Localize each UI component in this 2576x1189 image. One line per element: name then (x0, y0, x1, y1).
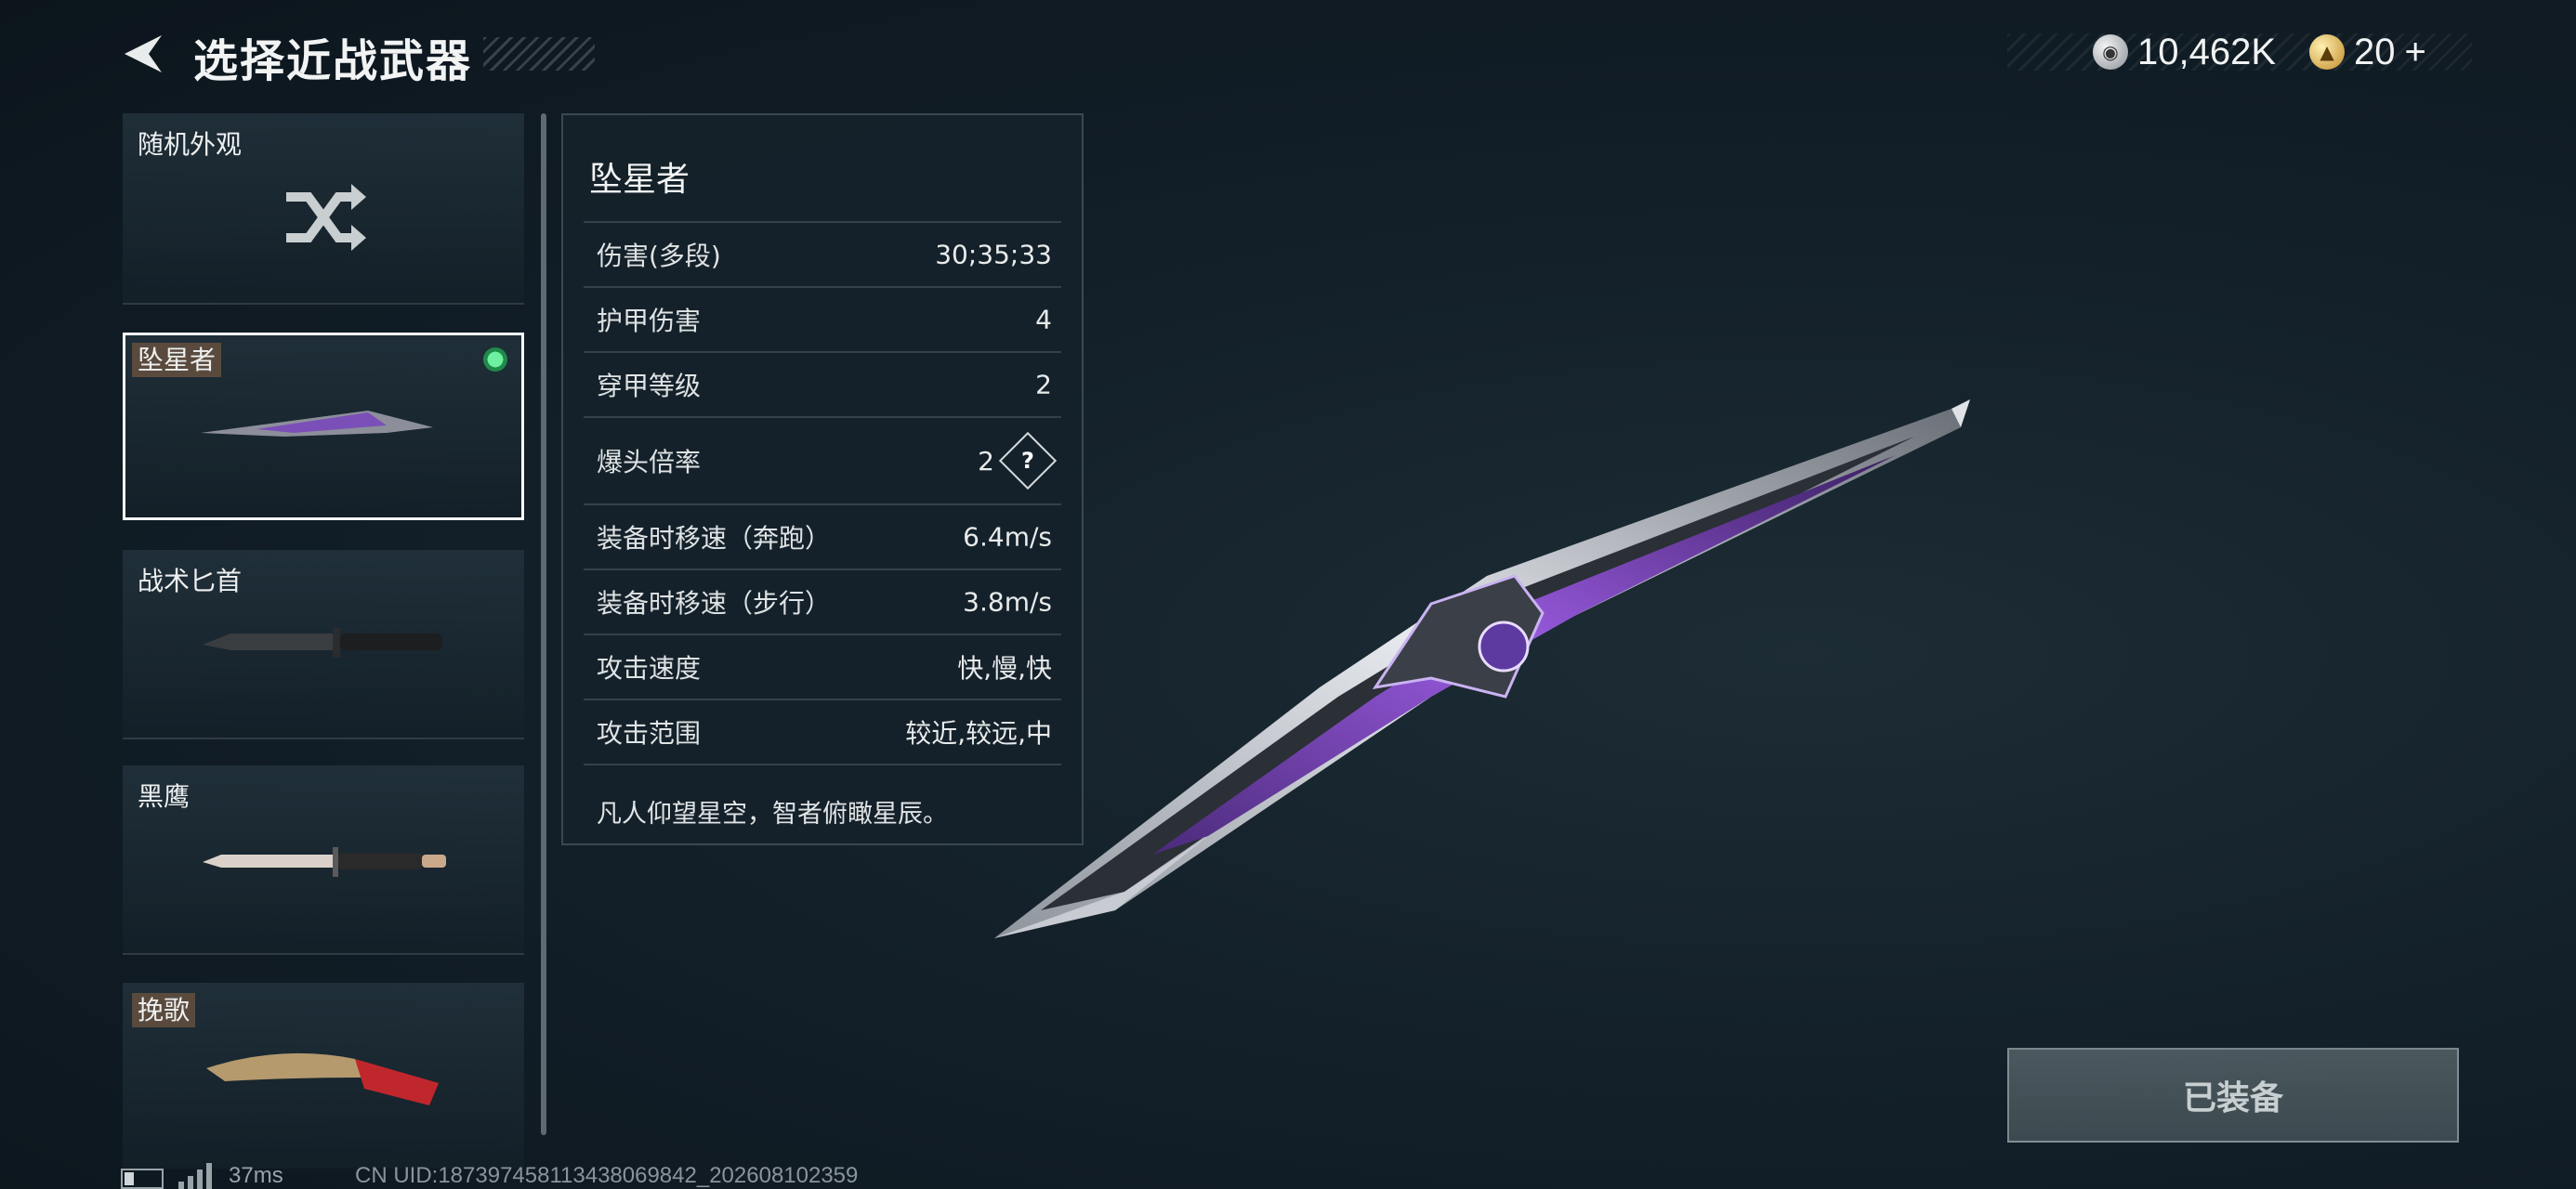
dagger-thumb (203, 628, 442, 658)
black-hawk-thumb (203, 847, 446, 877)
stat-label: 伤害(多段) (597, 241, 721, 271)
shuffle-icon (286, 184, 366, 251)
list-item-tactical-dagger[interactable]: 战术匕首 (123, 550, 524, 739)
stat-label: 装备时移速（奔跑） (597, 523, 832, 554)
starfall-knife-thumb (201, 411, 433, 437)
divider (123, 303, 524, 305)
stat-label: 装备时移速（步行） (597, 588, 832, 619)
signal-icon (178, 1163, 212, 1189)
stat-row: 伤害(多段) 30;35;33 (584, 221, 1061, 286)
equipped-button-label: 已装备 (2182, 1079, 2283, 1117)
stat-value: 30;35;33 (935, 239, 1052, 270)
list-item-random[interactable]: 随机外观 (123, 113, 524, 305)
page-title: 选择近战武器 (193, 35, 473, 87)
list-item-starfall[interactable]: 坠星者 (123, 333, 524, 520)
list-item-label: 坠星者 (132, 343, 222, 377)
list-item-label: 黑鹰 (138, 781, 191, 812)
list-item-black-hawk[interactable]: 黑鹰 (123, 765, 524, 955)
elegy-thumb (206, 1052, 439, 1105)
uid-text: CN UID:1873974581134380698​42_2026081023… (355, 1163, 859, 1188)
add-currency-button[interactable]: + (2405, 32, 2426, 73)
silver-coin-icon: ◉ (2093, 34, 2128, 70)
equipped-indicator (483, 347, 507, 372)
stat-label: 攻击速度 (597, 653, 702, 684)
title-decoration (483, 37, 595, 71)
list-item-elegy[interactable]: 挽歌 (123, 983, 524, 1169)
ping-text: 37ms (229, 1163, 283, 1188)
stat-label: 穿甲等级 (597, 371, 702, 401)
list-item-label: 战术匕首 (138, 566, 243, 596)
list-scrollbar[interactable] (541, 113, 546, 1135)
currency-bar: ◉ 10,462K ▲ 20 + (2007, 31, 2472, 73)
stat-label: 爆头倍率 (597, 447, 702, 477)
equipped-button[interactable]: 已装备 (2007, 1048, 2459, 1143)
battery-icon (121, 1169, 164, 1189)
stat-row: 护甲伤害 4 (584, 286, 1061, 351)
divider (123, 953, 524, 955)
weapon-preview[interactable] (985, 390, 1979, 947)
stat-label: 攻击范围 (597, 718, 702, 749)
weapon-name: 坠星者 (589, 161, 690, 199)
back-arrow-icon[interactable] (121, 33, 164, 74)
gold-amount: 20 (2354, 31, 2396, 72)
gold-coin-icon: ▲ (2309, 34, 2346, 70)
stat-label: 护甲伤害 (597, 306, 702, 336)
divider (123, 738, 524, 739)
silver-amount: 10,462K (2137, 31, 2277, 72)
list-item-label: 随机外观 (138, 129, 243, 160)
list-item-label: 挽歌 (132, 993, 196, 1027)
weapon-quote: 凡人仰望星空，智者俯瞰星辰。 (597, 800, 948, 829)
stat-value: 4 (1035, 304, 1052, 335)
